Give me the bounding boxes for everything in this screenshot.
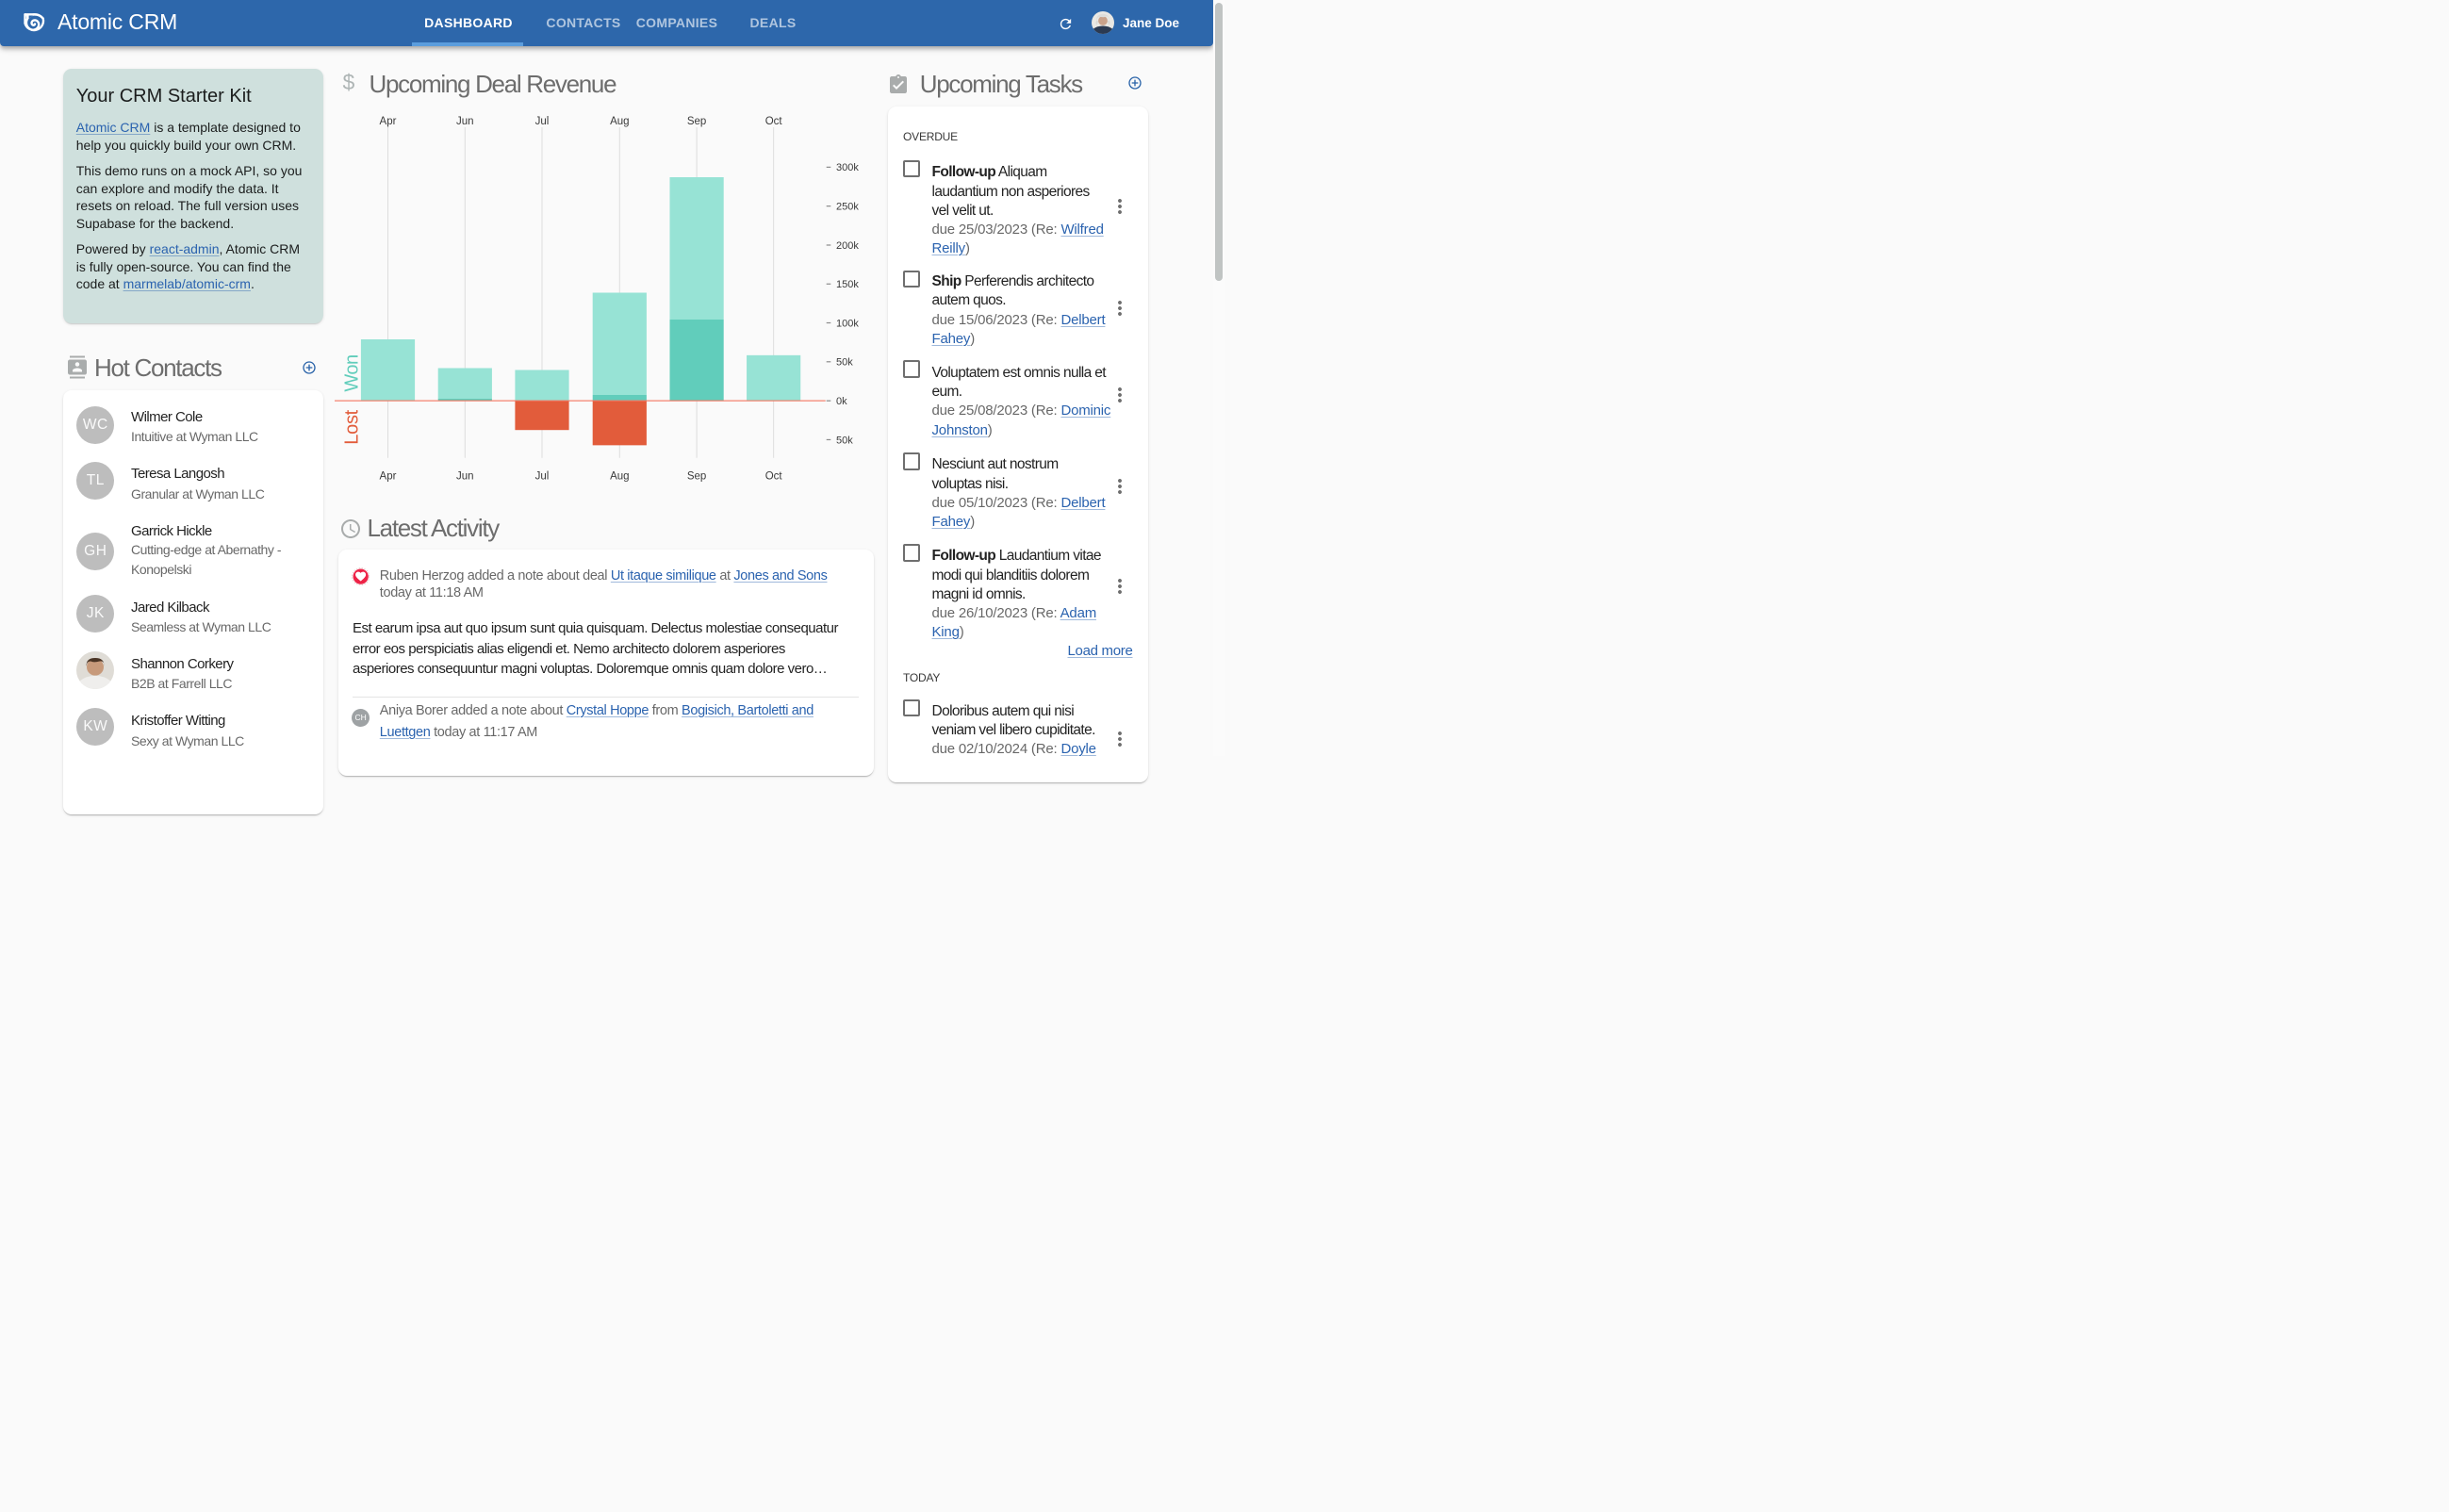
svg-text:Oct: Oct [765, 116, 783, 127]
svg-text:100k: 100k [836, 318, 859, 329]
svg-text:Sep: Sep [687, 116, 706, 127]
svg-text:50k: 50k [836, 357, 853, 369]
svg-text:0k: 0k [836, 396, 847, 407]
svg-text:Aug: Aug [610, 116, 629, 127]
svg-text:Jun: Jun [456, 116, 474, 127]
svg-text:300k: 300k [836, 162, 859, 173]
svg-text:50k: 50k [836, 435, 853, 446]
svg-text:Apr: Apr [380, 116, 397, 127]
svg-text:Lost: Lost [341, 409, 362, 444]
svg-text:Won: Won [341, 354, 362, 391]
svg-text:Jul: Jul [535, 116, 550, 127]
svg-text:Aug: Aug [610, 471, 629, 483]
svg-text:Oct: Oct [765, 471, 783, 483]
svg-text:200k: 200k [836, 240, 859, 252]
svg-text:Apr: Apr [380, 471, 397, 483]
svg-text:250k: 250k [836, 201, 859, 212]
svg-text:Jul: Jul [535, 471, 550, 483]
svg-text:Jun: Jun [456, 471, 474, 483]
svg-text:Sep: Sep [687, 471, 706, 483]
svg-text:150k: 150k [836, 279, 859, 290]
